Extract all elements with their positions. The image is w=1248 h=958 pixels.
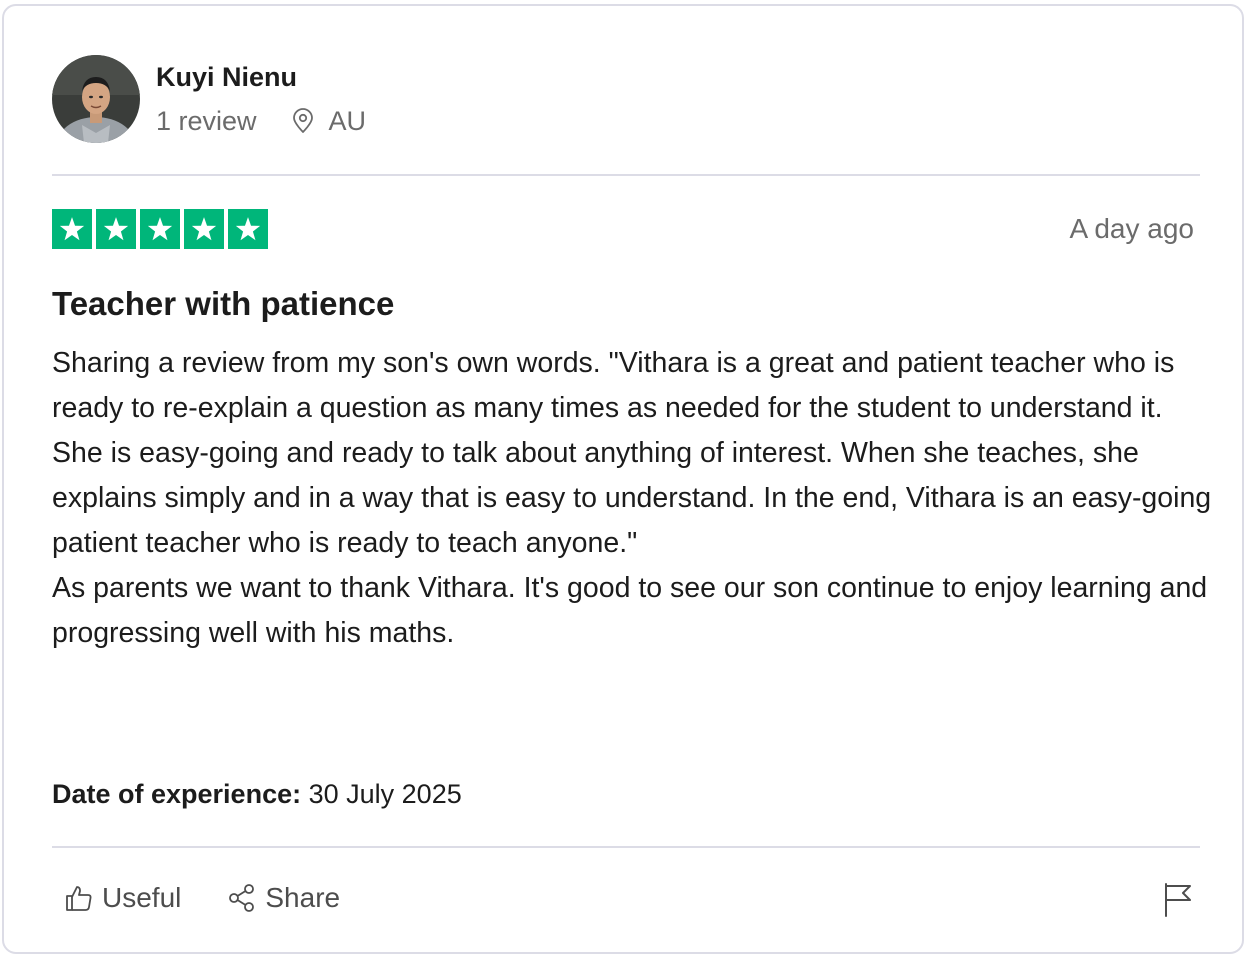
date-of-experience: Date of experience: 30 July 2025 [52,776,462,812]
star-icon [184,209,224,249]
share-button[interactable]: Share [227,880,340,916]
review-title[interactable]: Teacher with patience [52,282,394,326]
review-card: Kuyi Nienu 1 review AU A day ago Teacher… [2,4,1244,954]
review-count: 1 review [156,106,257,136]
country-code: AU [328,106,367,136]
share-label: Share [265,882,341,913]
useful-button[interactable]: Useful [64,880,181,916]
reviewer-country: AU [289,103,367,139]
location-pin-icon [289,107,317,135]
avatar[interactable] [52,55,140,143]
reviewer-info: Kuyi Nienu 1 review AU [156,59,366,139]
experience-date: 30 July 2025 [308,779,462,809]
footer-divider [52,846,1200,848]
header-divider [52,174,1200,176]
reviewer-header: Kuyi Nienu 1 review AU [52,55,366,143]
reviewer-name[interactable]: Kuyi Nienu [156,59,366,95]
star-icon [140,209,180,249]
report-button[interactable] [1162,882,1194,918]
reviewer-meta: 1 review AU [156,103,366,139]
flag-icon [1162,883,1194,922]
thumbs-up-icon [64,883,102,913]
experience-label: Date of experience: [52,779,302,809]
review-paragraph: As parents we want to thank Vithara. It'… [52,572,1208,649]
star-icon [228,209,268,249]
review-actions: Useful Share [64,880,340,916]
useful-label: Useful [102,882,182,913]
star-icon [96,209,136,249]
star-rating [52,209,268,249]
review-date: A day ago [1069,213,1194,244]
star-icon [52,209,92,249]
review-body: Sharing a review from my son's own words… [52,341,1212,656]
share-icon [227,883,265,913]
review-paragraph: Sharing a review from my son's own words… [52,347,1212,559]
